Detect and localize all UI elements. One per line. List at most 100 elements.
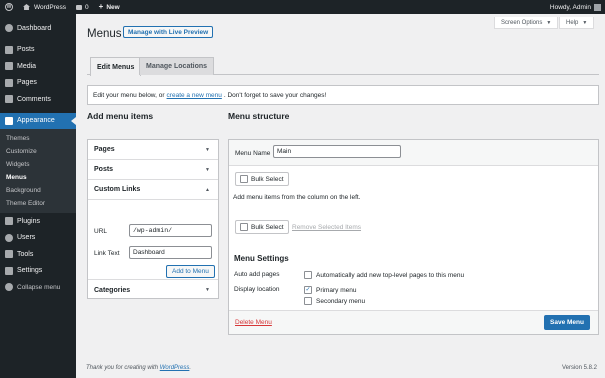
sidebar-item-users[interactable]: Users: [0, 230, 76, 247]
save-menu-button[interactable]: Save Menu: [544, 315, 590, 330]
tab-edit-menus[interactable]: Edit Menus: [90, 57, 142, 76]
collapse-icon: [5, 283, 13, 292]
sidebar-item-appearance[interactable]: Appearance: [0, 112, 76, 129]
accordion-categories[interactable]: Categories ▼: [88, 280, 218, 300]
checkbox-icon: [240, 175, 248, 183]
account-menu[interactable]: Howdy, Admin: [550, 3, 605, 11]
new-content-link[interactable]: + New: [94, 0, 125, 14]
sidebar-item-plugins[interactable]: Plugins: [0, 213, 76, 230]
accordion-title: Custom Links: [94, 186, 141, 193]
users-icon: [5, 233, 13, 242]
submenu-item-menus[interactable]: Menus: [0, 171, 76, 184]
footer-version: Version 5.8.2: [561, 365, 597, 371]
tools-icon: [5, 250, 13, 259]
info-notice: Edit your menu below, or create a new me…: [87, 85, 599, 105]
url-input[interactable]: /wp-admin/: [129, 224, 212, 237]
secondary-menu-label: Secondary menu: [316, 297, 366, 305]
auto-add-checkbox[interactable]: [304, 271, 312, 279]
caret-down-icon: ▼: [546, 19, 552, 26]
menu-hint-text: Add menu items from the column on the le…: [233, 194, 361, 201]
sidebar-item-dashboard[interactable]: Dashboard: [0, 20, 76, 37]
submenu-item-widgets[interactable]: Widgets: [0, 158, 76, 171]
display-location-label: Display location: [234, 286, 280, 293]
link-text-input[interactable]: Dashboard: [129, 246, 212, 259]
add-menu-items-heading: Add menu items: [87, 111, 154, 121]
checkbox-icon: [240, 223, 248, 231]
add-to-menu-button[interactable]: Add to Menu: [166, 265, 215, 278]
footer-thanks: Thank you for creating with WordPress.: [86, 365, 191, 371]
help-button[interactable]: Help ▼: [559, 17, 595, 29]
accordion-posts[interactable]: Posts ▼: [88, 160, 218, 180]
comments-count: 0: [85, 3, 89, 11]
sidebar-item-label: Comments: [17, 95, 51, 103]
wordpress-link[interactable]: WordPress: [160, 365, 190, 371]
site-name-link[interactable]: WordPress: [18, 0, 71, 14]
screen-options-button[interactable]: Screen Options ▼: [494, 17, 559, 29]
help-label: Help: [566, 19, 579, 26]
secondary-menu-option[interactable]: Secondary menu: [304, 297, 365, 305]
sidebar-item-tools[interactable]: Tools: [0, 246, 76, 263]
comments-icon: [5, 95, 13, 104]
sidebar-item-settings[interactable]: Settings: [0, 263, 76, 280]
primary-menu-checkbox[interactable]: ✓: [304, 286, 312, 294]
tab-manage-locations[interactable]: Manage Locations: [139, 57, 215, 75]
submenu-item-background[interactable]: Background: [0, 184, 76, 197]
screen-options-label: Screen Options: [501, 19, 543, 26]
submenu-item-customize[interactable]: Customize: [0, 145, 76, 158]
caret-down-icon: ▼: [205, 146, 210, 153]
bulk-select-bottom[interactable]: Bulk Select: [235, 220, 289, 234]
sidebar-item-label: Tools: [17, 250, 34, 258]
wordpress-logo-button[interactable]: W: [0, 0, 18, 14]
sidebar-item-pages[interactable]: Pages: [0, 75, 76, 92]
accordion-custom-links[interactable]: Custom Links ▲: [88, 180, 218, 200]
delete-menu-link[interactable]: Delete Menu: [235, 319, 272, 326]
remove-selected-items-link[interactable]: Remove Selected Items: [292, 224, 361, 231]
home-icon: [23, 4, 30, 10]
url-label: URL: [94, 228, 108, 235]
accordion-pages[interactable]: Pages ▼: [88, 140, 218, 160]
comments-link[interactable]: 0: [71, 0, 94, 14]
menu-settings-heading: Menu Settings: [234, 254, 289, 263]
create-new-menu-link[interactable]: create a new menu: [167, 92, 222, 99]
sidebar-item-posts[interactable]: Posts: [0, 42, 76, 59]
main-content: Screen Options ▼ Help ▼ Menus Manage wit…: [76, 14, 605, 378]
paintbrush-icon: [5, 116, 13, 125]
appearance-submenu: Themes Customize Widgets Menus Backgroun…: [0, 129, 76, 213]
admin-sidebar: Dashboard Posts Media Pages Comments App…: [0, 14, 76, 378]
primary-menu-label: Primary menu: [316, 286, 357, 294]
avatar: [594, 3, 601, 11]
menu-name-label: Menu Name: [235, 150, 271, 157]
caret-up-icon: ▲: [205, 186, 210, 193]
sidebar-item-label: Media: [17, 62, 37, 70]
menu-actions-bar: Delete Menu Save Menu: [229, 310, 598, 334]
custom-links-panel: URL /wp-admin/ Link Text Dashboard Add t…: [88, 200, 218, 280]
manage-live-preview-button[interactable]: Manage with Live Preview: [123, 26, 214, 38]
new-label: New: [106, 3, 120, 11]
site-name: WordPress: [34, 3, 67, 11]
sidebar-item-label: Settings: [17, 267, 43, 275]
sidebar-item-label: Appearance: [17, 117, 55, 125]
settings-icon: [5, 266, 13, 275]
notice-text: Edit your menu below, or: [93, 91, 165, 99]
submenu-item-theme-editor[interactable]: Theme Editor: [0, 197, 76, 210]
submenu-item-themes[interactable]: Themes: [0, 132, 76, 145]
page-title: Menus: [87, 28, 122, 40]
nav-tabs: Edit Menus Manage Locations: [87, 45, 599, 76]
notice-text-end: . Don't forget to save your changes!: [223, 91, 327, 99]
accordion-title: Pages: [94, 146, 115, 153]
sidebar-collapse-menu[interactable]: Collapse menu: [0, 279, 76, 296]
wordpress-logo-icon: W: [5, 3, 13, 11]
pin-icon: [5, 45, 13, 54]
accordion-title: Categories: [94, 286, 131, 294]
bulk-select-label: Bulk Select: [251, 223, 284, 231]
auto-add-pages-option[interactable]: Automatically add new top-level pages to…: [304, 271, 464, 279]
primary-menu-option[interactable]: ✓ Primary menu: [304, 286, 356, 294]
menu-name-input[interactable]: Main: [273, 145, 401, 158]
caret-down-icon: ▼: [205, 166, 210, 173]
secondary-menu-checkbox[interactable]: [304, 297, 312, 305]
sidebar-item-media[interactable]: Media: [0, 58, 76, 75]
bulk-select-top[interactable]: Bulk Select: [235, 172, 289, 186]
sidebar-item-comments[interactable]: Comments: [0, 91, 76, 108]
admin-bar: W WordPress 0 + New Howdy, Admin: [0, 0, 605, 14]
auto-add-option-label: Automatically add new top-level pages to…: [316, 271, 465, 279]
